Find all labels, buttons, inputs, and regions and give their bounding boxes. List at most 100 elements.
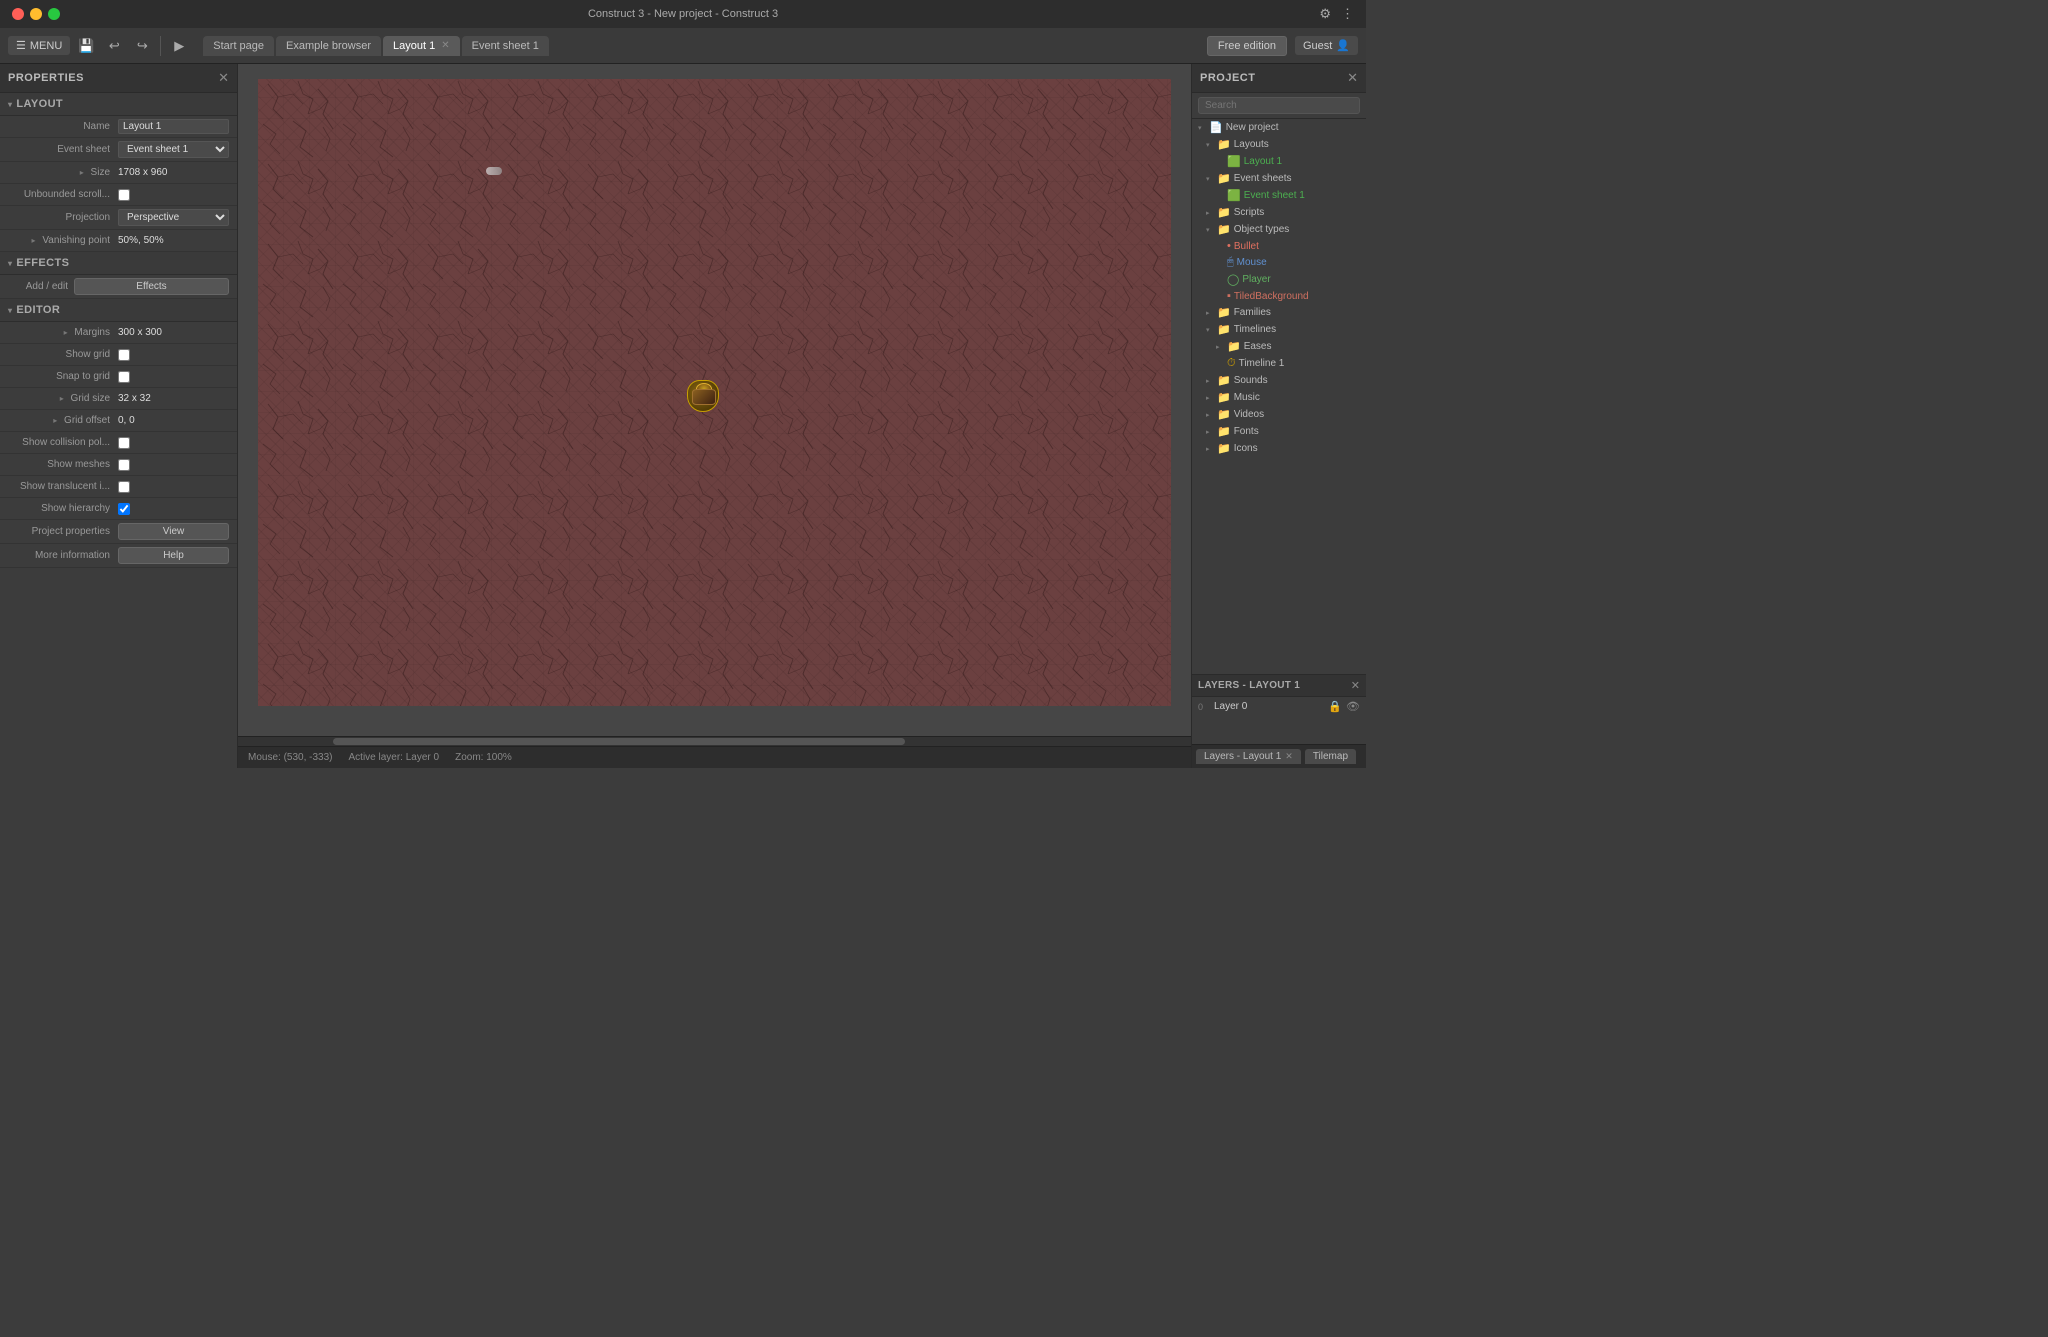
- tab-event-sheet[interactable]: Event sheet 1: [462, 36, 549, 56]
- save-button[interactable]: 💾: [74, 34, 98, 58]
- name-input[interactable]: [118, 119, 229, 134]
- horizontal-scrollbar[interactable]: [238, 736, 1191, 746]
- families-folder[interactable]: ▸ 📁 Families: [1192, 304, 1366, 321]
- tilemap-tab-label: Tilemap: [1313, 751, 1348, 762]
- snap-grid-label: Snap to grid: [8, 371, 118, 382]
- layout-canvas[interactable]: [258, 79, 1171, 706]
- collision-checkbox[interactable]: [118, 437, 130, 449]
- menu-icon: ☰: [16, 39, 26, 52]
- guest-button[interactable]: Guest 👤: [1295, 36, 1358, 55]
- maximize-button[interactable]: [48, 8, 60, 20]
- effects-section-label: EFFECTS: [16, 257, 69, 269]
- show-grid-checkbox[interactable]: [118, 349, 130, 361]
- layers-tab[interactable]: Layers - Layout 1 ✕: [1196, 749, 1301, 764]
- tilemap-tab[interactable]: Tilemap: [1305, 749, 1356, 764]
- layer-eye-icon[interactable]: 👁: [1346, 700, 1360, 713]
- eases-arrow: ▸: [1216, 343, 1224, 351]
- videos-folder[interactable]: ▸ 📁 Videos: [1192, 406, 1366, 423]
- tab-layout1[interactable]: Layout 1 ✕: [383, 36, 460, 56]
- collision-label: Show collision pol...: [8, 437, 118, 448]
- bullet-label: Bullet: [1234, 241, 1259, 252]
- size-value: 1708 x 960: [118, 167, 229, 178]
- effects-button[interactable]: Effects: [74, 278, 229, 295]
- undo-button[interactable]: ↩: [102, 34, 126, 58]
- projection-select[interactable]: Perspective: [118, 209, 229, 226]
- snap-grid-checkbox[interactable]: [118, 371, 130, 383]
- more-icon[interactable]: ⋮: [1341, 6, 1354, 22]
- timeline1-icon: ⏱: [1227, 357, 1236, 370]
- tree-root[interactable]: ▾ 📄 New project: [1192, 119, 1366, 136]
- hierarchy-row: Show hierarchy: [0, 498, 237, 520]
- grid-size-value: 32 x 32: [118, 393, 229, 404]
- layout1-item[interactable]: 🟩 Layout 1: [1192, 153, 1366, 170]
- event-sheet-select[interactable]: Event sheet 1: [118, 141, 229, 158]
- tiled-bg-item[interactable]: ▪ TiledBackground: [1192, 288, 1366, 304]
- timeline1-item[interactable]: ⏱ Timeline 1: [1192, 355, 1366, 372]
- canvas-content[interactable]: [238, 64, 1191, 736]
- projection-row: Projection Perspective: [0, 206, 237, 230]
- scripts-folder[interactable]: ▸ 📁 Scripts: [1192, 204, 1366, 221]
- window-title: Construct 3 - New project - Construct 3: [588, 8, 778, 20]
- margins-value: 300 x 300: [118, 327, 229, 338]
- events-arrow: ▾: [1206, 175, 1214, 183]
- families-label: Families: [1234, 307, 1271, 318]
- timelines-folder[interactable]: ▾ 📁 Timelines: [1192, 321, 1366, 338]
- size-arrow: ▸: [80, 168, 84, 177]
- properties-close[interactable]: ✕: [218, 70, 229, 86]
- objects-folder-icon: 📁: [1217, 223, 1231, 236]
- redo-button[interactable]: ↪: [130, 34, 154, 58]
- tab-start-page[interactable]: Start page: [203, 36, 274, 56]
- project-props-button[interactable]: View: [118, 523, 229, 540]
- settings-icon[interactable]: ⚙: [1319, 6, 1331, 22]
- menu-label: MENU: [30, 40, 62, 52]
- videos-arrow: ▸: [1206, 411, 1214, 419]
- close-button[interactable]: [12, 8, 24, 20]
- effects-section-header[interactable]: ▾ EFFECTS: [0, 252, 237, 275]
- layout-tab-close[interactable]: ✕: [441, 40, 449, 51]
- object-types-folder[interactable]: ▾ 📁 Object types: [1192, 221, 1366, 238]
- menu-button[interactable]: ☰ MENU: [8, 36, 70, 55]
- event-sheets-folder[interactable]: ▾ 📁 Event sheets: [1192, 170, 1366, 187]
- margins-label: ▸ Margins: [8, 327, 118, 338]
- minimize-button[interactable]: [30, 8, 42, 20]
- run-button[interactable]: ▶: [167, 34, 191, 58]
- icons-folder[interactable]: ▸ 📁 Icons: [1192, 440, 1366, 457]
- tab-example-browser[interactable]: Example browser: [276, 36, 381, 56]
- families-arrow: ▸: [1206, 309, 1214, 317]
- search-input[interactable]: [1198, 97, 1360, 114]
- layer0-row[interactable]: 0 Layer 0 🔒 👁: [1192, 697, 1366, 716]
- hierarchy-checkbox[interactable]: [118, 503, 130, 515]
- music-folder[interactable]: ▸ 📁 Music: [1192, 389, 1366, 406]
- bullet-item[interactable]: • Bullet: [1192, 238, 1366, 254]
- player-label: Player: [1242, 274, 1270, 285]
- zoom-level: Zoom: 100%: [455, 752, 512, 763]
- layer-lock-icon[interactable]: 🔒: [1328, 700, 1342, 713]
- editor-section-header[interactable]: ▾ EDITOR: [0, 299, 237, 322]
- event-sheet1-item[interactable]: 🟩 Event sheet 1: [1192, 187, 1366, 204]
- sounds-folder[interactable]: ▸ 📁 Sounds: [1192, 372, 1366, 389]
- translucent-checkbox[interactable]: [118, 481, 130, 493]
- layouts-arrow: ▾: [1206, 141, 1214, 149]
- unbounded-checkbox[interactable]: [118, 189, 130, 201]
- player-item[interactable]: ◯ Player: [1192, 271, 1366, 288]
- music-label: Music: [1234, 392, 1260, 403]
- start-tab-label: Start page: [213, 40, 264, 52]
- layers-close[interactable]: ✕: [1351, 679, 1360, 692]
- meshes-checkbox[interactable]: [118, 459, 130, 471]
- music-folder-icon: 📁: [1217, 391, 1231, 404]
- project-close[interactable]: ✕: [1347, 70, 1358, 86]
- layouts-folder[interactable]: ▾ 📁 Layouts: [1192, 136, 1366, 153]
- eases-folder[interactable]: ▸ 📁 Eases: [1192, 338, 1366, 355]
- layers-tab-close[interactable]: ✕: [1285, 751, 1293, 762]
- layout1-label: Layout 1: [1244, 156, 1282, 167]
- fonts-folder[interactable]: ▸ 📁 Fonts: [1192, 423, 1366, 440]
- project-props-row: Project properties View: [0, 520, 237, 544]
- more-info-label: More information: [8, 550, 118, 561]
- mouse-item[interactable]: 🖱 Mouse: [1192, 254, 1366, 271]
- canvas-area[interactable]: Mouse: (530, -333) Active layer: Layer 0…: [238, 64, 1191, 768]
- scrollbar-thumb[interactable]: [333, 738, 905, 745]
- name-row: Name: [0, 116, 237, 138]
- layout-section-header[interactable]: ▾ LAYOUT: [0, 93, 237, 116]
- free-edition-button[interactable]: Free edition: [1207, 36, 1287, 56]
- more-info-button[interactable]: Help: [118, 547, 229, 564]
